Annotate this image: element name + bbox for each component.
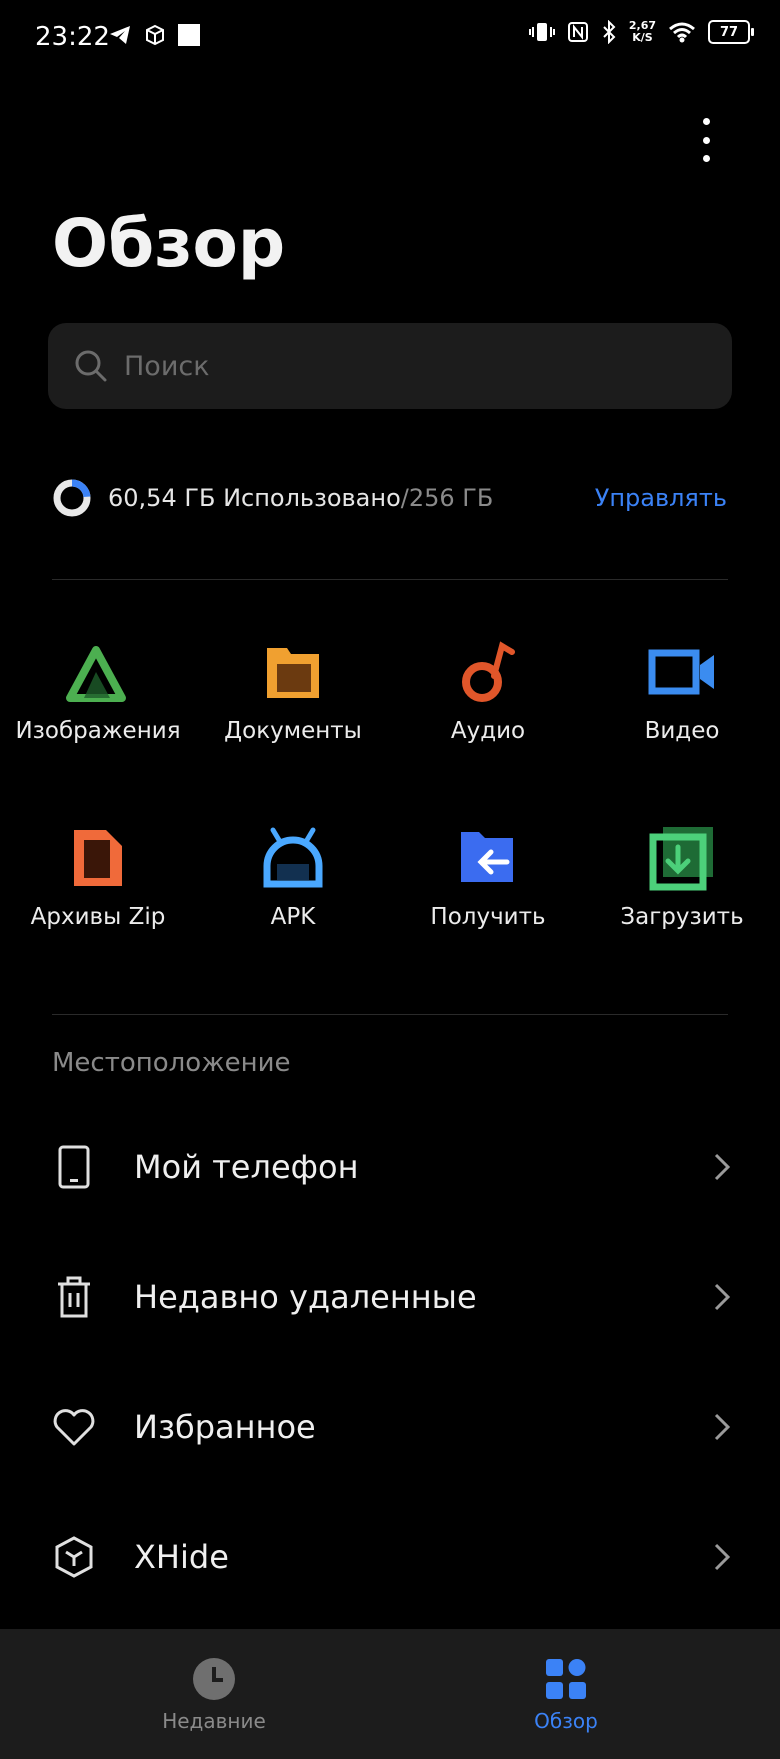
category-images[interactable]: Изображения <box>0 632 196 744</box>
search-bar[interactable] <box>48 323 732 409</box>
images-icon <box>58 632 138 712</box>
battery-level: 77 <box>719 24 739 40</box>
category-receive[interactable]: Получить <box>390 818 586 930</box>
category-label: Архивы Zip <box>30 904 166 930</box>
nav-tab-browse[interactable]: Обзор <box>466 1657 666 1733</box>
category-documents[interactable]: Документы <box>195 632 391 744</box>
search-input[interactable] <box>122 349 686 383</box>
download-icon <box>642 818 722 898</box>
documents-icon <box>253 632 333 712</box>
vibrate-icon <box>528 23 555 41</box>
status-time: 23:22 <box>35 22 110 52</box>
grid-icon <box>546 1659 586 1699</box>
wifi-icon <box>669 22 695 43</box>
category-audio[interactable]: Аудио <box>390 632 586 744</box>
hexagon-icon <box>50 1533 98 1581</box>
heart-icon <box>50 1403 98 1451</box>
clock-icon <box>193 1658 235 1700</box>
category-label: Загрузить <box>620 904 744 930</box>
section-title-location: Местоположение <box>52 1048 291 1078</box>
square-icon <box>178 24 200 46</box>
category-label: Аудио <box>450 718 526 744</box>
location-label: Мой телефон <box>134 1148 359 1186</box>
storage-ring-icon <box>53 479 91 517</box>
location-item-xhide[interactable]: XHide <box>0 1502 780 1612</box>
chevron-right-icon <box>714 1413 731 1441</box>
cube-icon <box>146 24 164 46</box>
bottom-navigation: Недавние Обзор <box>0 1629 780 1759</box>
manage-storage-link[interactable]: Управлять <box>595 484 727 512</box>
video-icon <box>642 632 722 712</box>
network-speed: 2,67 K/S <box>629 20 656 44</box>
nfc-icon <box>567 22 588 42</box>
category-label: APK <box>270 904 316 930</box>
location-item-favorites[interactable]: Избранное <box>0 1372 780 1482</box>
location-label: Избранное <box>134 1408 316 1446</box>
nav-tab-recent[interactable]: Недавние <box>114 1657 314 1733</box>
storage-total: /256 ГБ <box>400 484 494 512</box>
trash-icon <box>50 1273 98 1321</box>
category-zip[interactable]: Архивы Zip <box>0 818 196 930</box>
location-item-recently-deleted[interactable]: Недавно удаленные <box>0 1242 780 1352</box>
category-download[interactable]: Загрузить <box>584 818 780 930</box>
chevron-right-icon <box>714 1543 731 1571</box>
apk-icon <box>253 818 333 898</box>
battery-icon: 77 <box>708 20 754 44</box>
telegram-icon <box>110 26 130 44</box>
category-label: Изображения <box>15 718 181 744</box>
divider <box>52 579 728 580</box>
category-label: Видео <box>644 718 720 744</box>
category-video[interactable]: Видео <box>584 632 780 744</box>
page-title: Обзор <box>52 205 286 282</box>
location-label: XHide <box>134 1538 229 1576</box>
nav-label-recent: Недавние <box>162 1709 266 1733</box>
chevron-right-icon <box>714 1153 731 1181</box>
bluetooth-icon <box>603 20 616 44</box>
status-right-icons: 2,67 K/S 77 <box>528 20 754 44</box>
location-item-my-phone[interactable]: Мой телефон <box>0 1112 780 1222</box>
more-options-button[interactable] <box>690 118 722 162</box>
category-apk[interactable]: APK <box>195 818 391 930</box>
audio-icon <box>448 632 528 712</box>
chevron-right-icon <box>714 1283 731 1311</box>
receive-icon <box>448 818 528 898</box>
phone-icon <box>50 1143 98 1191</box>
category-label: Получить <box>430 904 546 930</box>
divider <box>52 1014 728 1015</box>
storage-summary[interactable]: 60,54 ГБ Использовано/256 ГБ <box>52 478 493 518</box>
speed-unit: K/S <box>632 31 653 44</box>
nav-label-browse: Обзор <box>534 1709 598 1733</box>
more-vert-icon <box>702 118 710 125</box>
storage-used: 60,54 ГБ Использовано <box>108 484 401 512</box>
status-left-icons <box>108 24 200 46</box>
location-label: Недавно удаленные <box>134 1278 477 1316</box>
search-icon <box>75 350 107 382</box>
zip-icon <box>58 818 138 898</box>
category-label: Документы <box>224 718 362 744</box>
